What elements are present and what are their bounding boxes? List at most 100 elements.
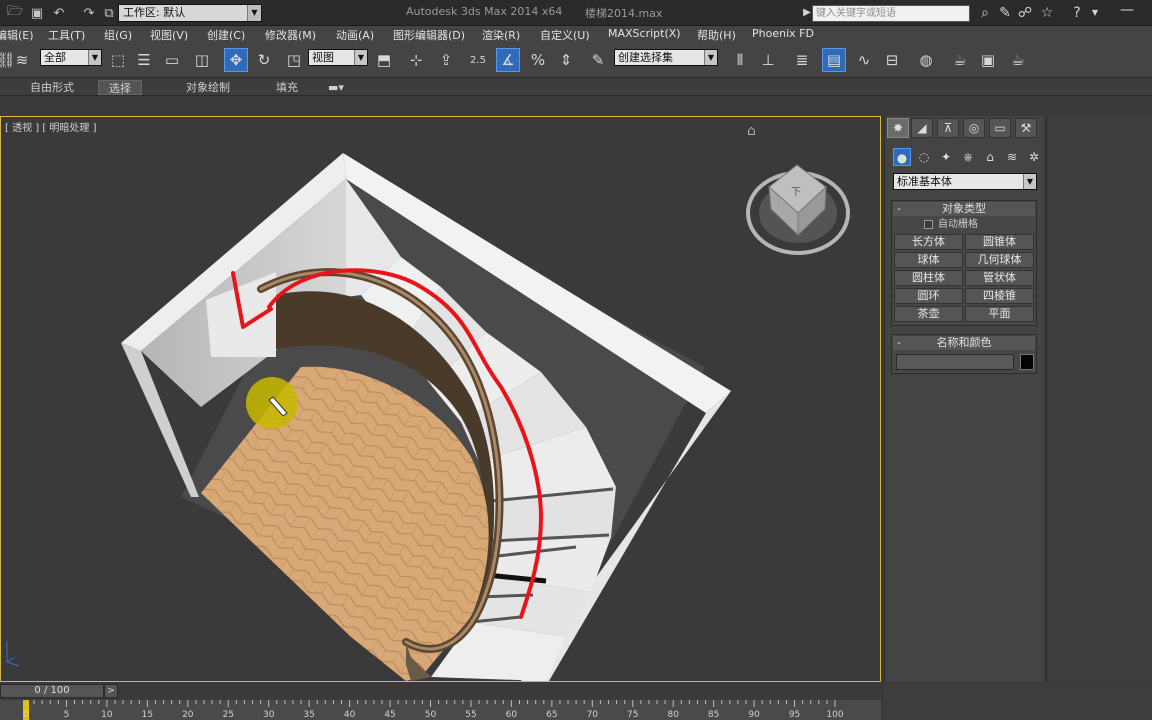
- ruler-ticks: 0 5 10 15 20 25 30 35 40 45 50 55 60 65 70 75 80 85 90 95 10…: [23, 700, 844, 720]
- layer-manager-icon[interactable]: ≣: [790, 48, 814, 72]
- lights-icon[interactable]: ✦: [937, 148, 955, 166]
- undo-icon[interactable]: ↶: [50, 4, 68, 22]
- menu-group[interactable]: 组(G): [104, 27, 132, 43]
- help-icon[interactable]: ?: [1068, 4, 1086, 22]
- scene-render[interactable]: 下 ⌂: [1, 117, 881, 681]
- menu-rendering[interactable]: 渲染(R): [482, 27, 520, 43]
- name-color-header[interactable]: - 名称和颜色: [893, 336, 1035, 350]
- scale-icon[interactable]: ◳: [282, 48, 306, 72]
- keyboard-shortcut-icon[interactable]: ⇪: [434, 48, 458, 72]
- search-input[interactable]: 键入关键字或短语: [812, 5, 970, 22]
- menu-phoenix[interactable]: Phoenix FD: [752, 27, 814, 40]
- cameras-icon[interactable]: ⎈: [959, 148, 977, 166]
- redo-icon[interactable]: ↷: [80, 4, 98, 22]
- tab-populate[interactable]: 填充: [266, 80, 308, 95]
- object-type-header[interactable]: - 对象类型: [893, 202, 1035, 216]
- move-icon[interactable]: ✥: [224, 48, 248, 72]
- geosphere-button[interactable]: 几何球体: [965, 252, 1034, 268]
- systems-icon[interactable]: ✲: [1025, 148, 1043, 166]
- category-dropdown[interactable]: 标准基本体 ▼: [893, 173, 1037, 190]
- communication-icon[interactable]: ☍: [1016, 4, 1034, 22]
- menu-modifiers[interactable]: 修改器(M): [265, 27, 316, 43]
- modify-tab-icon[interactable]: ◢: [911, 118, 933, 138]
- plane-button[interactable]: 平面: [965, 306, 1034, 322]
- cone-button[interactable]: 圆锥体: [965, 234, 1034, 250]
- shapes-icon[interactable]: ◌: [915, 148, 933, 166]
- cylinder-button[interactable]: 圆柱体: [894, 270, 963, 286]
- rendered-frame-icon[interactable]: ▣: [976, 48, 1000, 72]
- scene-explorer-icon[interactable]: ▤: [822, 48, 846, 72]
- mirror-icon[interactable]: ⫴: [728, 48, 752, 72]
- geometry-icon[interactable]: ●: [893, 148, 911, 166]
- helpers-icon[interactable]: ⌂: [981, 148, 999, 166]
- rect-selection-icon[interactable]: ▭: [160, 48, 184, 72]
- menu-views[interactable]: 视图(V): [150, 27, 188, 43]
- menu-graph-editors[interactable]: 图形编辑器(D): [393, 27, 465, 43]
- ribbon-options-icon[interactable]: ▬▾: [318, 80, 354, 95]
- percent-snap-icon[interactable]: %: [526, 48, 550, 72]
- snap-toggle-icon[interactable]: 2.5: [466, 48, 490, 72]
- display-tab-icon[interactable]: ▭: [989, 118, 1011, 138]
- object-color-swatch[interactable]: [1020, 354, 1034, 370]
- render-setup-icon[interactable]: ☕: [948, 48, 972, 72]
- torus-button[interactable]: 圆环: [894, 288, 963, 304]
- utilities-tab-icon[interactable]: ⚒: [1015, 118, 1037, 138]
- named-selection-dropdown[interactable]: 创建选择集 ▼: [614, 49, 718, 66]
- pyramid-button[interactable]: 四棱锥: [965, 288, 1034, 304]
- angle-snap-icon[interactable]: ∡: [496, 48, 520, 72]
- tools-icon[interactable]: ✎: [996, 4, 1014, 22]
- minimize-icon[interactable]: —: [1102, 2, 1152, 24]
- next-frame-icon[interactable]: >: [104, 684, 118, 698]
- render-production-icon[interactable]: ☕: [1006, 48, 1030, 72]
- bind-spacewarp-icon[interactable]: ≋: [10, 48, 34, 72]
- binoculars-icon[interactable]: ⌕: [976, 4, 994, 22]
- window-crossing-icon[interactable]: ◫: [190, 48, 214, 72]
- hierarchy-tab-icon[interactable]: ⊼: [937, 118, 959, 138]
- reference-coord-dropdown[interactable]: 视图 ▼: [308, 49, 368, 66]
- menu-help[interactable]: 帮助(H): [697, 27, 736, 43]
- motion-tab-icon[interactable]: ◎: [963, 118, 985, 138]
- time-slider[interactable]: 0 / 100: [0, 684, 104, 698]
- teapot-button[interactable]: 茶壶: [894, 306, 963, 322]
- schematic-view-icon[interactable]: ⊟: [880, 48, 904, 72]
- select-by-name-icon[interactable]: ☰: [132, 48, 156, 72]
- viewcube[interactable]: 下: [746, 164, 850, 255]
- menu-create[interactable]: 创建(C): [207, 27, 245, 43]
- menu-maxscript[interactable]: MAXScript(X): [608, 27, 681, 40]
- sphere-button[interactable]: 球体: [894, 252, 963, 268]
- select-manipulate-icon[interactable]: ⊹: [404, 48, 428, 72]
- tab-freeform[interactable]: 自由形式: [20, 80, 84, 95]
- menu-tools[interactable]: 工具(T): [48, 27, 85, 43]
- pivot-center-icon[interactable]: ⬒: [372, 48, 396, 72]
- menu-customize[interactable]: 自定义(U): [540, 27, 590, 43]
- star-icon[interactable]: ☆: [1038, 4, 1056, 22]
- select-object-icon[interactable]: ⬚: [106, 48, 130, 72]
- autogrid-checkbox[interactable]: [924, 220, 933, 229]
- tab-object-paint[interactable]: 对象绘制: [176, 80, 240, 95]
- spinner-snap-icon[interactable]: ⇕: [554, 48, 578, 72]
- app-title: Autodesk 3ds Max 2014 x64: [406, 5, 563, 18]
- menu-edit[interactable]: 编辑(E): [0, 27, 34, 43]
- create-tab-icon[interactable]: ✸: [887, 118, 909, 138]
- align-icon[interactable]: ⊥: [756, 48, 780, 72]
- menu-animation[interactable]: 动画(A): [336, 27, 374, 43]
- frame-ruler[interactable]: 0 5 10 15 20 25 30 35 40 45 50 55 60 65 70 75 80 85 90 95 10…: [0, 700, 881, 720]
- curve-editor-icon[interactable]: ∿: [852, 48, 876, 72]
- viewport-label[interactable]: [ 透视 ] [ 明暗处理 ]: [5, 119, 97, 134]
- box-button[interactable]: 长方体: [894, 234, 963, 250]
- project-icon[interactable]: ⧉: [100, 4, 118, 22]
- workspace-dropdown[interactable]: 工作区: 默认 ▼: [118, 4, 262, 22]
- home-icon[interactable]: ⌂: [747, 123, 756, 139]
- save-icon[interactable]: ▣: [28, 4, 46, 22]
- edit-named-selection-icon[interactable]: ✎: [586, 48, 610, 72]
- tab-selection[interactable]: 选择: [98, 80, 142, 95]
- open-folder-icon[interactable]: 🗁: [6, 4, 24, 22]
- selection-filter-dropdown[interactable]: 全部 ▼: [40, 49, 102, 66]
- tube-button[interactable]: 管状体: [965, 270, 1034, 286]
- object-name-input[interactable]: [896, 354, 1014, 370]
- perspective-viewport[interactable]: [ 透视 ] [ 明暗处理 ] 下 ⌂: [0, 116, 881, 682]
- material-editor-icon[interactable]: ◍: [914, 48, 938, 72]
- name-row: [892, 351, 1036, 373]
- spacewarps-icon[interactable]: ≋: [1003, 148, 1021, 166]
- rotate-icon[interactable]: ↻: [252, 48, 276, 72]
